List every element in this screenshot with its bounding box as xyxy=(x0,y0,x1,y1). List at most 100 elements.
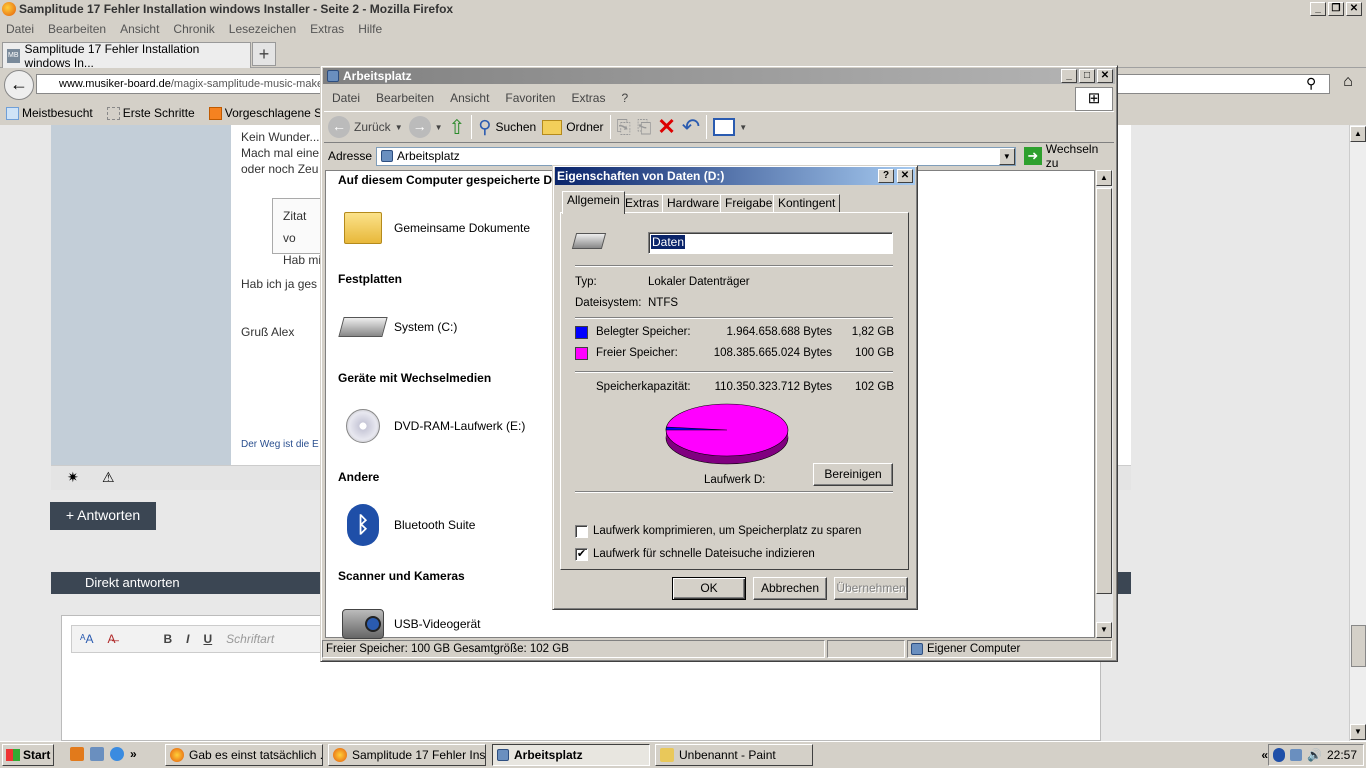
home-icon[interactable]: ⌂ xyxy=(1337,73,1359,95)
search-icon[interactable]: ⚲ xyxy=(1306,75,1316,92)
folder-up-icon[interactable]: ⇧ xyxy=(449,115,466,140)
bookmark-erste-schritte[interactable]: Erste Schritte xyxy=(106,106,195,120)
task-paint[interactable]: Unbenannt - Paint xyxy=(655,744,813,766)
menu-ansicht[interactable]: Ansicht xyxy=(120,22,159,36)
post-reply-text: Hab ich ja ges xyxy=(241,277,318,291)
font-select[interactable]: Schriftart xyxy=(226,632,274,646)
address-input[interactable]: Arbeitsplatz ▼ xyxy=(376,146,1016,166)
address-dropdown[interactable]: ▼ xyxy=(998,147,1015,165)
underline-button[interactable]: U xyxy=(203,632,212,646)
bookmark-meistbesucht[interactable]: Meistbesucht xyxy=(6,106,93,120)
divider xyxy=(575,371,893,373)
scroll-thumb[interactable] xyxy=(1096,188,1112,594)
go-arrow-icon: ➜ xyxy=(1023,147,1042,165)
page-scrollbar[interactable]: ▲ ▼ xyxy=(1349,125,1366,741)
scroll-up-arrow[interactable]: ▲ xyxy=(1096,170,1112,186)
task-firefox-1[interactable]: Gab es einst tatsächlich ... xyxy=(165,744,323,766)
quicklaunch-chevron[interactable]: » xyxy=(130,747,137,761)
explorer-scrollbar[interactable]: ▲ ▼ xyxy=(1096,170,1113,638)
item-system-c[interactable]: System (C:) xyxy=(338,304,457,350)
answer-button[interactable]: + Antworten xyxy=(50,502,156,530)
group-stored: Auf diesem Computer gespeicherte Da xyxy=(338,173,559,187)
minimize-button[interactable]: _ xyxy=(1310,2,1326,16)
ie-icon[interactable] xyxy=(110,747,124,761)
move-to-icon[interactable]: ⎘ xyxy=(617,117,631,138)
tab-allgemein[interactable]: Allgemein xyxy=(562,191,625,214)
firefox-icon xyxy=(2,2,16,16)
menu-favoriten[interactable]: Favoriten xyxy=(505,91,555,105)
back-button[interactable]: ← xyxy=(4,70,34,100)
drive-name-input[interactable]: Daten xyxy=(648,232,893,254)
index-checkbox[interactable]: ✔ xyxy=(575,548,588,561)
firefox-quicklaunch-icon[interactable] xyxy=(70,747,84,761)
cancel-button[interactable]: Abbrechen xyxy=(753,577,827,600)
menu-datei[interactable]: Datei xyxy=(332,91,360,105)
menu-bearbeiten[interactable]: Bearbeiten xyxy=(376,91,434,105)
maximize-button[interactable]: □ xyxy=(1079,69,1095,83)
close-button[interactable]: ✕ xyxy=(1346,2,1362,16)
tab-hardware[interactable]: Hardware xyxy=(662,194,725,213)
delete-icon[interactable]: ✕ xyxy=(657,114,675,140)
tab-kontingent[interactable]: Kontingent xyxy=(773,194,841,213)
close-button[interactable]: ✕ xyxy=(897,169,913,183)
tab-freigabe[interactable]: Freigabe xyxy=(720,194,778,213)
copy-to-icon[interactable]: ⎗ xyxy=(637,117,651,138)
browser-tab[interactable]: MB Samplitude 17 Fehler Installation win… xyxy=(2,42,251,70)
firefox-titlebar: Samplitude 17 Fehler Installation window… xyxy=(0,0,1366,18)
warning-icon[interactable]: ⚠ xyxy=(102,469,115,486)
menu-chronik[interactable]: Chronik xyxy=(173,22,214,36)
go-button[interactable]: ➜ Wechseln zu xyxy=(1023,142,1114,170)
forward-button[interactable]: → ▼ xyxy=(408,116,443,138)
undo-icon[interactable]: ↶ xyxy=(682,114,700,140)
minimize-button[interactable]: _ xyxy=(1061,69,1077,83)
star-icon[interactable]: ✷ xyxy=(67,469,79,486)
bluetooth-tray-icon[interactable] xyxy=(1273,748,1286,762)
desktop-icon[interactable] xyxy=(90,747,104,761)
search-button[interactable]: ⚲ Suchen xyxy=(478,117,536,138)
item-shared-documents[interactable]: Gemeinsame Dokumente xyxy=(340,205,530,251)
menu-extras[interactable]: Extras xyxy=(571,91,605,105)
tray-expand-button[interactable]: « xyxy=(1261,748,1268,762)
task-firefox-2[interactable]: Samplitude 17 Fehler Ins... xyxy=(328,744,486,766)
folders-button[interactable]: Ordner xyxy=(542,119,604,135)
tab-extras[interactable]: Extras xyxy=(620,194,665,213)
folder-icon xyxy=(542,119,563,135)
filesystem-label: Dateisystem: xyxy=(575,297,642,309)
views-button[interactable]: ▼ xyxy=(713,118,747,136)
cleanup-button[interactable]: Bereinigen xyxy=(813,463,893,486)
clear-format-icon[interactable]: A̶ xyxy=(107,632,115,646)
scroll-up-arrow[interactable]: ▲ xyxy=(1350,126,1366,142)
menu-hilfe[interactable]: Hilfe xyxy=(358,22,382,36)
scroll-thumb[interactable] xyxy=(1351,625,1366,667)
menu-help[interactable]: ? xyxy=(621,91,628,105)
menu-lesezeichen[interactable]: Lesezeichen xyxy=(229,22,296,36)
apply-button[interactable]: Übernehmen xyxy=(834,577,908,600)
page-icon xyxy=(106,106,120,120)
explorer-statusbar: Freier Speicher: 100 GB Gesamtgröße: 102… xyxy=(322,640,1114,659)
network-tray-icon[interactable] xyxy=(1290,749,1303,761)
firefox-window-controls: _ ❐ ✕ xyxy=(1310,2,1362,16)
menu-datei[interactable]: Datei xyxy=(6,22,34,36)
menu-bearbeiten[interactable]: Bearbeiten xyxy=(48,22,106,36)
back-button[interactable]: ← Zurück ▼ xyxy=(328,116,403,138)
volume-tray-icon[interactable]: 🔊 xyxy=(1307,748,1322,762)
restore-button[interactable]: ❐ xyxy=(1328,2,1344,16)
address-label: Adresse xyxy=(328,149,373,163)
menu-extras[interactable]: Extras xyxy=(310,22,344,36)
help-button[interactable]: ? xyxy=(878,169,894,183)
close-button[interactable]: ✕ xyxy=(1097,69,1113,83)
new-tab-button[interactable]: + xyxy=(252,42,276,66)
scroll-down-arrow[interactable]: ▼ xyxy=(1350,724,1366,740)
type-value: Lokaler Datenträger xyxy=(648,276,750,288)
italic-button[interactable]: I xyxy=(186,632,189,646)
ok-button[interactable]: OK xyxy=(672,577,746,600)
scroll-down-arrow[interactable]: ▼ xyxy=(1096,622,1112,638)
text-size-icon[interactable]: ᴬA xyxy=(80,632,93,646)
compress-checkbox[interactable] xyxy=(575,525,588,538)
item-bluetooth[interactable]: ᛒ Bluetooth Suite xyxy=(340,502,475,548)
start-button[interactable]: Start xyxy=(2,744,54,766)
menu-ansicht[interactable]: Ansicht xyxy=(450,91,489,105)
bold-button[interactable]: B xyxy=(163,632,172,646)
item-dvd-drive[interactable]: DVD-RAM-Laufwerk (E:) xyxy=(340,403,525,449)
task-arbeitsplatz[interactable]: Arbeitsplatz xyxy=(492,744,650,766)
